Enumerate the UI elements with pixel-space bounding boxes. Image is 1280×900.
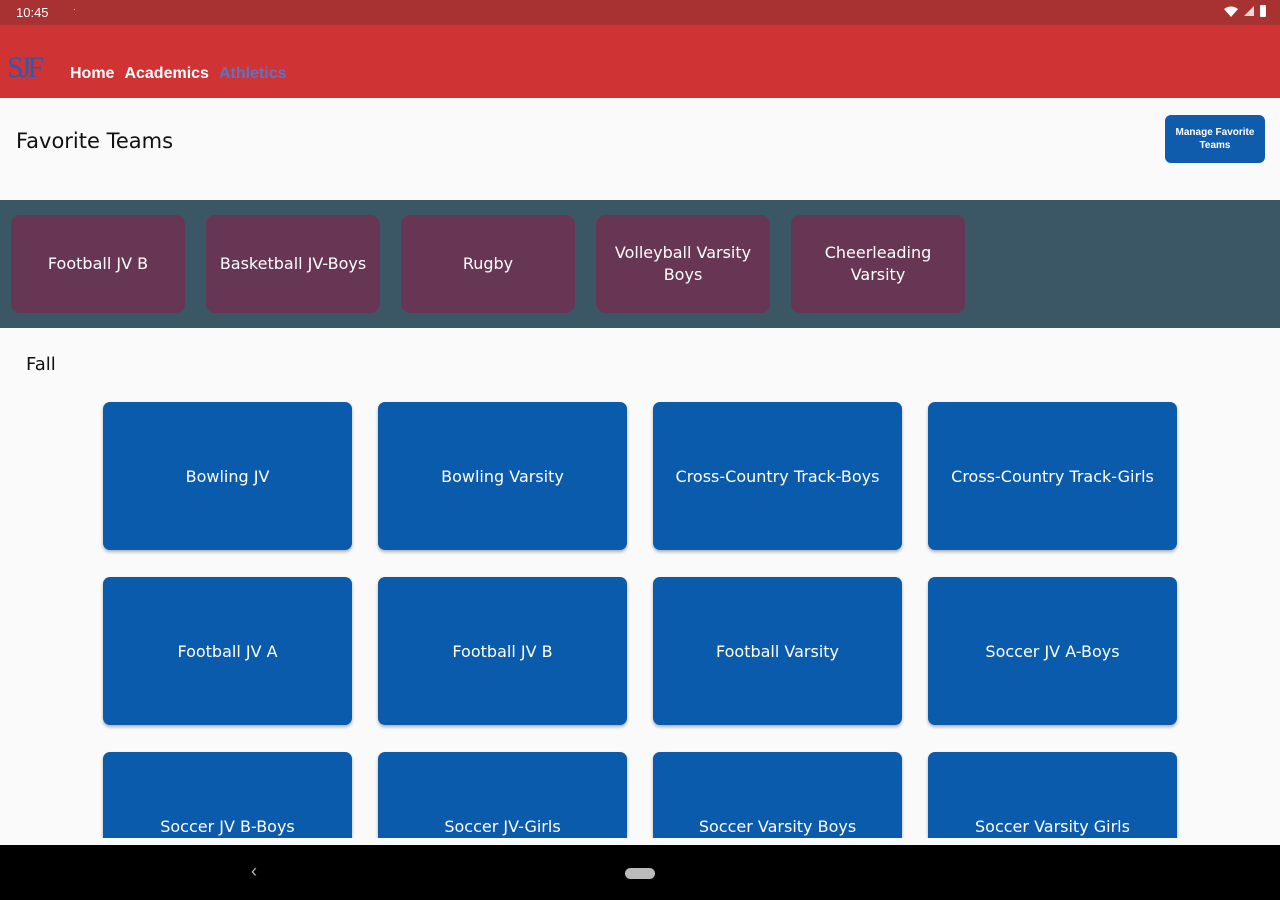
team-card[interactable]: Football JV B xyxy=(378,577,627,725)
team-card[interactable]: Football Varsity xyxy=(653,577,902,725)
team-card[interactable]: Soccer JV B-Boys xyxy=(103,752,352,838)
nav-home[interactable]: Home xyxy=(70,65,114,83)
back-icon[interactable]: ‹ xyxy=(251,861,257,882)
team-card[interactable]: Soccer JV A-Boys xyxy=(928,577,1177,725)
favorite-team-card[interactable]: Cheerleading Varsity xyxy=(791,215,965,313)
team-grid: Bowling JV Bowling Varsity Cross-Country… xyxy=(0,390,1280,838)
team-card[interactable]: Soccer Varsity Girls xyxy=(928,752,1177,838)
signal-icon xyxy=(1244,6,1254,16)
favorites-header: Favorite Teams Manage Favorite Teams xyxy=(0,98,1280,199)
season-title: Fall xyxy=(26,354,56,375)
manage-favorites-button[interactable]: Manage Favorite Teams xyxy=(1165,115,1265,163)
team-card[interactable]: Bowling Varsity xyxy=(378,402,627,550)
main-nav: Home Academics Athletics xyxy=(70,65,287,83)
favorite-team-card[interactable]: Rugby xyxy=(401,215,575,313)
wifi-icon xyxy=(1224,6,1238,17)
team-card[interactable]: Cross-Country Track-Boys xyxy=(653,402,902,550)
nav-athletics[interactable]: Athletics xyxy=(219,65,287,83)
status-bar: 10:45 · xyxy=(0,0,1280,25)
battery-icon xyxy=(1260,5,1266,17)
school-logo: SJF xyxy=(7,51,44,84)
favorites-title: Favorite Teams xyxy=(16,129,174,153)
system-nav-bar: ‹ xyxy=(0,845,1280,900)
nav-academics[interactable]: Academics xyxy=(124,65,209,83)
favorite-team-card[interactable]: Football JV B xyxy=(11,215,185,313)
favorite-teams-strip: Football JV B Basketball JV-Boys Rugby V… xyxy=(0,200,1280,328)
home-pill-icon[interactable] xyxy=(625,868,655,879)
status-icons xyxy=(1224,5,1266,17)
team-card[interactable]: Cross-Country Track-Girls xyxy=(928,402,1177,550)
favorite-team-card[interactable]: Basketball JV-Boys xyxy=(206,215,380,313)
team-card[interactable]: Soccer JV-Girls xyxy=(378,752,627,838)
app-bar: SJF Home Academics Athletics xyxy=(0,25,1280,98)
team-card[interactable]: Football JV A xyxy=(103,577,352,725)
status-time: 10:45 xyxy=(16,5,49,20)
favorite-team-card[interactable]: Volleyball Varsity Boys xyxy=(596,215,770,313)
team-card[interactable]: Bowling JV xyxy=(103,402,352,550)
team-card[interactable]: Soccer Varsity Boys xyxy=(653,752,902,838)
notification-dot: · xyxy=(73,4,76,14)
